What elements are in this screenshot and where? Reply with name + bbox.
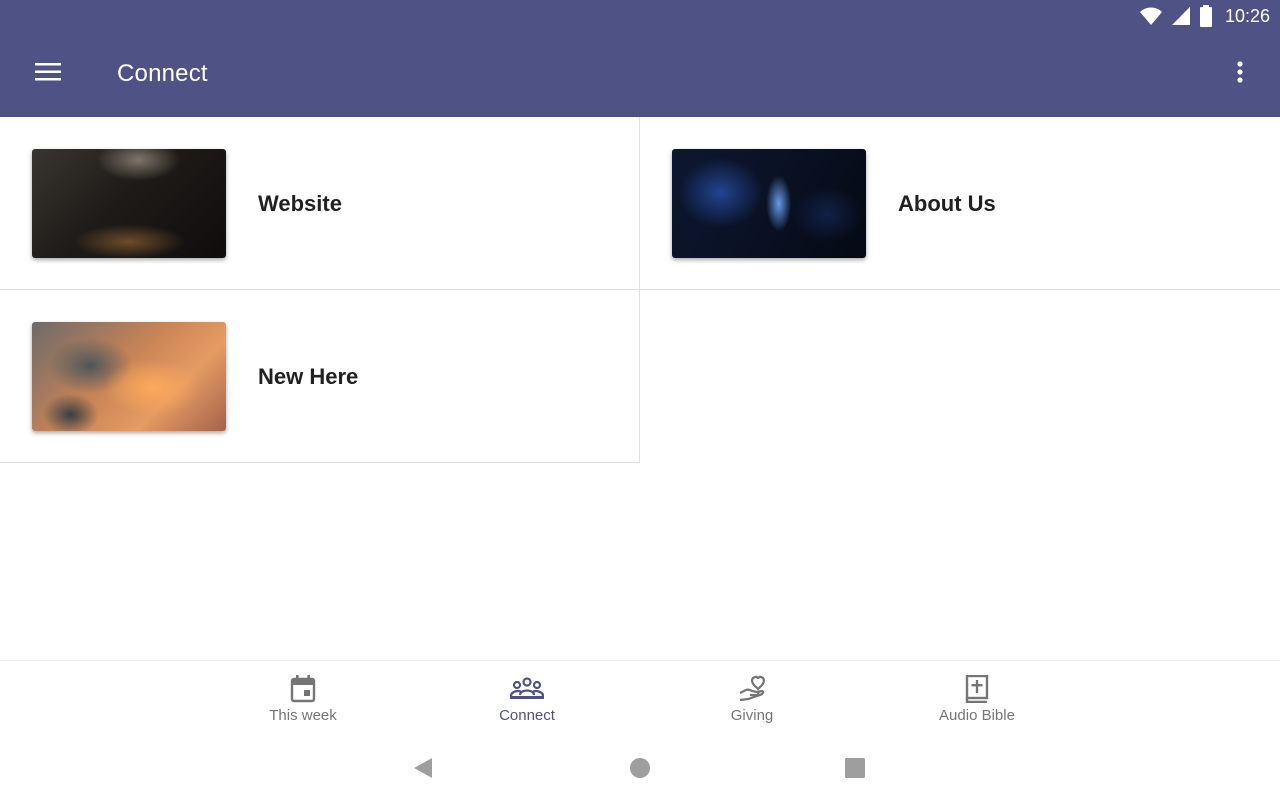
bottom-navigation: This week Connect Giving Audio Bible (0, 660, 1280, 741)
recents-button[interactable] (839, 754, 871, 786)
tile-label: New Here (258, 364, 359, 389)
home-circle-icon (629, 757, 651, 784)
sunset-clouds-photo (32, 322, 226, 431)
home-button[interactable] (624, 754, 656, 786)
status-bar: 10:26 (1139, 4, 1270, 28)
system-navigation-bar (0, 740, 1280, 800)
back-triangle-icon (413, 757, 433, 784)
nav-label: Connect (499, 707, 555, 724)
tile-label: Website (258, 191, 342, 216)
nav-item-giving[interactable]: Giving (672, 661, 832, 741)
overflow-menu-button[interactable] (1222, 56, 1258, 92)
hamburger-menu-icon (35, 62, 61, 86)
nav-label: This week (269, 707, 337, 724)
people-group-icon (510, 674, 544, 704)
wifi-icon (1139, 6, 1163, 26)
more-vert-icon (1237, 60, 1243, 88)
concert-crowd-photo (32, 149, 226, 258)
tile-label: About Us (898, 191, 996, 216)
back-button[interactable] (407, 754, 439, 786)
calendar-icon (290, 674, 316, 704)
nav-item-audio-bible[interactable]: Audio Bible (897, 661, 1057, 741)
hamburger-menu-button[interactable] (28, 56, 68, 92)
app-root: 10:26 Connect Website About Us New Here … (0, 0, 1280, 800)
nav-label: Audio Bible (939, 707, 1015, 724)
tile-about-us[interactable]: About Us (640, 117, 1280, 290)
hand-heart-icon (738, 674, 766, 704)
tile-website[interactable]: Website (0, 117, 640, 290)
worship-stage-photo (672, 149, 866, 258)
battery-icon (1199, 5, 1213, 27)
recents-square-icon (845, 757, 865, 783)
nav-item-this-week[interactable]: This week (223, 661, 383, 741)
status-time: 10:26 (1224, 5, 1270, 26)
bible-icon (965, 674, 989, 704)
cell-signal-icon (1171, 6, 1191, 26)
nav-item-connect[interactable]: Connect (447, 661, 607, 741)
tile-new-here[interactable]: New Here (0, 290, 640, 463)
page-title: Connect (117, 60, 208, 87)
nav-label: Giving (730, 707, 774, 724)
top-app-bar: 10:26 Connect (0, 0, 1280, 117)
